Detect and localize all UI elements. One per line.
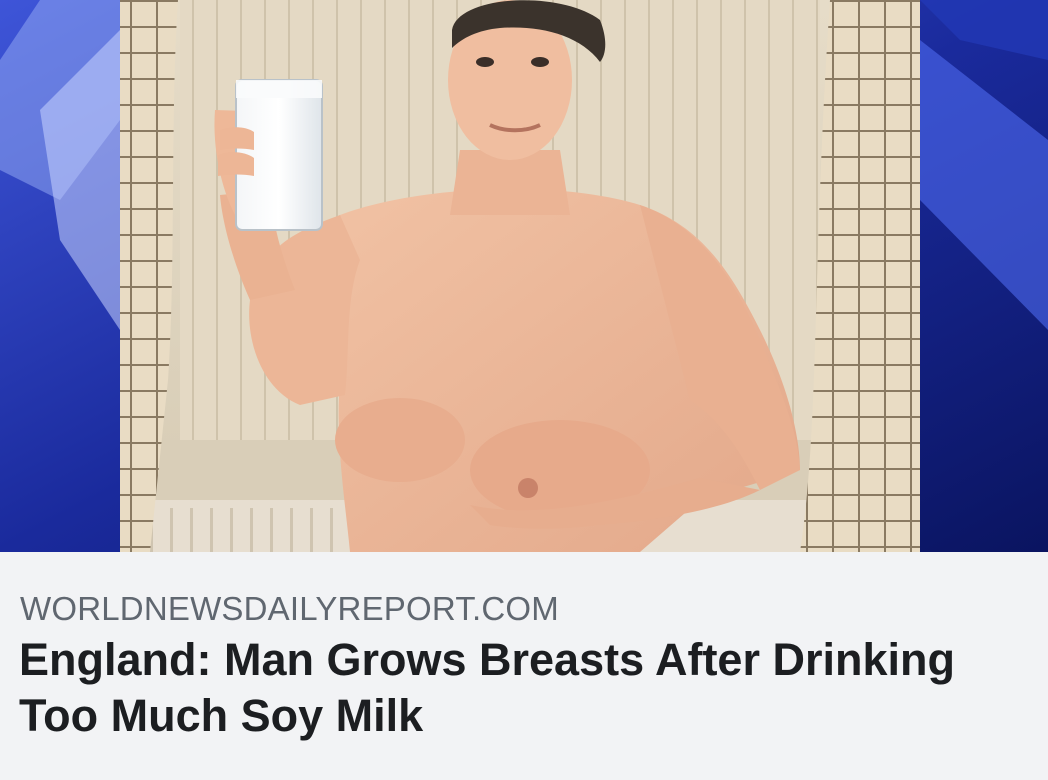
preview-image[interactable] — [0, 0, 1048, 552]
article-headline[interactable]: England: Man Grows Breasts After Drinkin… — [19, 632, 1019, 744]
source-domain: WORLDNEWSDAILYREPORT.COM — [20, 590, 559, 627]
link-caption[interactable]: WORLDNEWSDAILYREPORT.COM England: Man Gr… — [0, 552, 1048, 780]
link-preview-card[interactable]: WORLDNEWSDAILYREPORT.COM England: Man Gr… — [0, 0, 1048, 780]
